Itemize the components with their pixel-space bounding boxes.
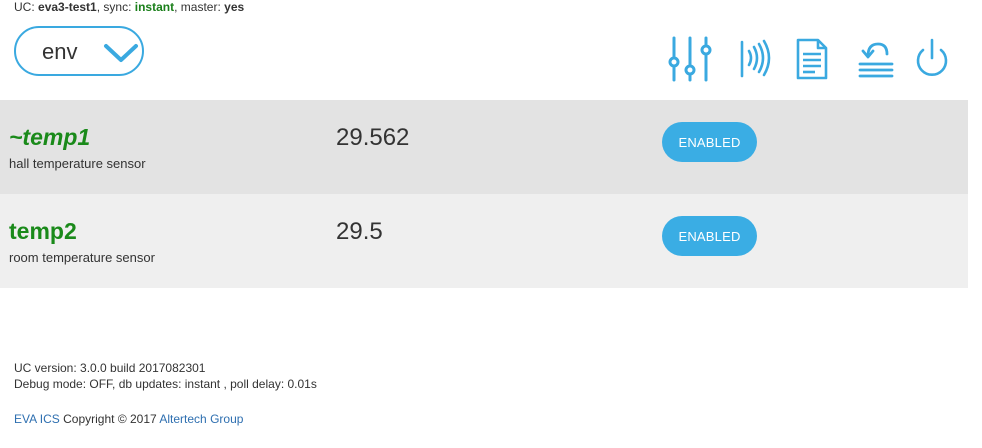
sensor-name[interactable]: temp2	[9, 218, 77, 244]
restore-icon[interactable]	[852, 34, 900, 84]
log-document-icon[interactable]	[788, 34, 836, 84]
sensor-name[interactable]: ~temp1	[9, 124, 90, 150]
chevron-down-icon	[104, 44, 138, 62]
group-select[interactable]: env	[14, 26, 144, 76]
master-value: yes	[224, 0, 245, 14]
table-row: ~temp1 hall temperature sensor 29.562 EN…	[0, 100, 968, 194]
sliders-icon[interactable]	[666, 34, 714, 84]
copyright-text: Copyright © 2017	[59, 412, 160, 426]
sync-label: , sync:	[96, 0, 132, 14]
master-label: , master:	[174, 0, 221, 14]
uc-name: eva3-test1	[38, 0, 97, 14]
sensor-description: room temperature sensor	[9, 250, 155, 265]
uc-label: UC:	[14, 0, 35, 14]
group-select-value: env	[42, 39, 78, 64]
sensor-value: 29.5	[336, 218, 383, 245]
sync-value: instant	[134, 0, 175, 14]
sensor-description: hall temperature sensor	[9, 156, 146, 171]
copyright-line: EVA ICS Copyright © 2017 Altertech Group	[14, 412, 243, 426]
table-row: temp2 room temperature sensor 29.5 ENABL…	[0, 194, 968, 288]
broadcast-icon[interactable]	[732, 34, 780, 84]
company-link[interactable]: Altertech Group	[159, 412, 243, 426]
sensor-value: 29.562	[336, 124, 410, 151]
product-link[interactable]: EVA ICS	[14, 412, 60, 426]
version-info: UC version: 3.0.0 build 2017082301	[14, 361, 206, 375]
debug-info: Debug mode: OFF, db updates: instant , p…	[14, 377, 317, 391]
status-button[interactable]: ENABLED	[662, 216, 757, 256]
power-icon[interactable]	[908, 34, 956, 84]
status-line: UC: eva3-test1, sync: instant, master: y…	[14, 0, 244, 14]
status-button[interactable]: ENABLED	[662, 122, 757, 162]
